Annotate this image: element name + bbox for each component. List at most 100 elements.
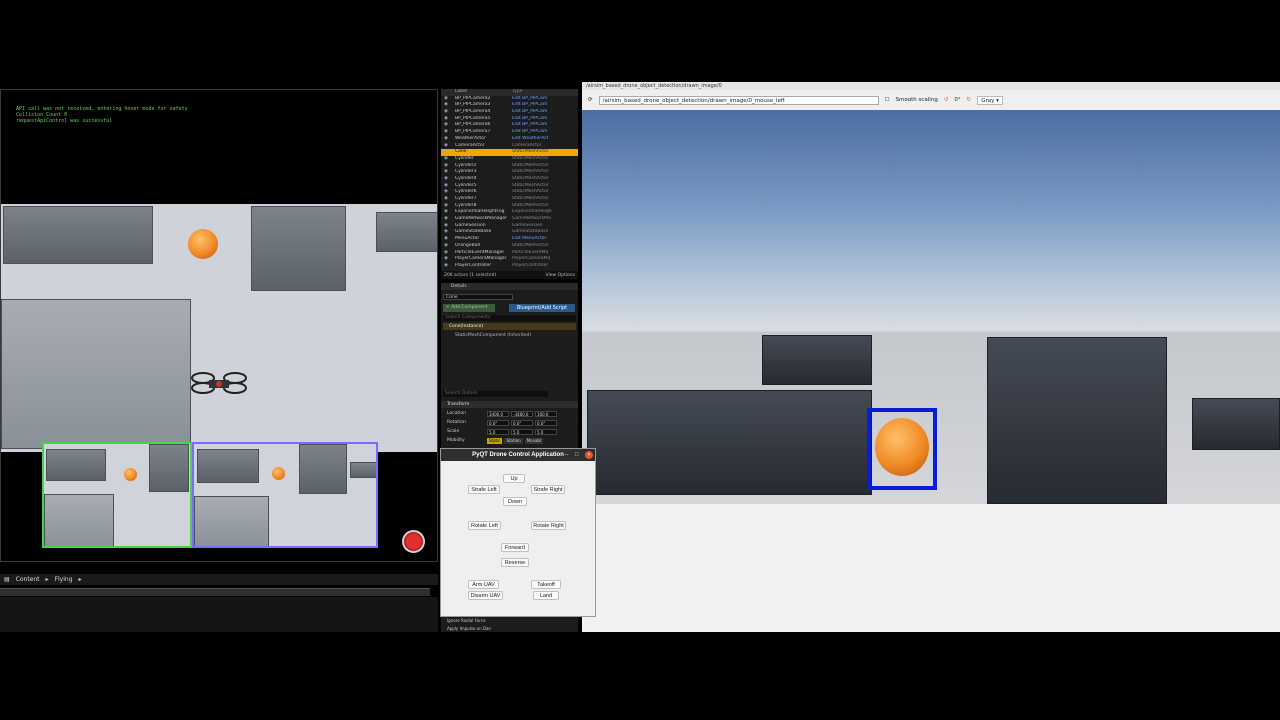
outliner-row-type[interactable]: Edit BP_PIPCam (512, 129, 552, 136)
outliner-row-name: ExponentialHeightFog (455, 209, 505, 215)
outliner-row[interactable]: ◉ BP_PIPCamera2 Edit BP_PIPCam (441, 96, 578, 103)
outliner-row-type[interactable]: Edit WeatherAct (512, 136, 552, 143)
outliner-row[interactable]: ◉ GameNetworkManager GameNetworkMa (441, 216, 578, 223)
scale-z[interactable]: 5.0 (535, 428, 557, 435)
search-details-input[interactable]: Search Details (443, 391, 548, 397)
outliner-row[interactable]: ◉ Cylinder StaticMeshActor (441, 156, 578, 163)
unreal-viewport[interactable]: API call was not received, entering hove… (0, 89, 438, 562)
outliner-row[interactable]: ◉ WeatherActor Edit WeatherAct (441, 136, 578, 143)
outliner-row[interactable]: ◉ CameraActor CameraActor (441, 143, 578, 150)
outliner-row[interactable]: ◉ BP_PIPCamera5 Edit BP_PIPCam (441, 116, 578, 123)
strafe-left-button[interactable]: Strafe Left (468, 485, 500, 494)
outliner-row[interactable]: ◉ Cone StaticMeshActor (441, 149, 578, 156)
view-options[interactable]: View Options (546, 273, 575, 278)
refresh-icon[interactable]: ⟳ (588, 97, 593, 103)
outliner-row[interactable]: ◉ Cylinder6 StaticMeshActor (441, 189, 578, 196)
rotation-row: Rotation 0.0° 0.0° 0.0° (441, 419, 578, 426)
outliner-row-name: BP_PIPCamera6 (455, 122, 491, 128)
mobility-movable[interactable]: Movabl (524, 437, 544, 444)
component-instance[interactable]: Cone(Instance) (443, 323, 576, 330)
pip-camera-1 (42, 442, 192, 548)
rotation-z[interactable]: 0.0° (535, 419, 557, 426)
outliner-row[interactable]: ◉ BP_PIPCamera7 Edit BP_PIPCam (441, 129, 578, 136)
wall-block (762, 335, 872, 385)
location-x[interactable]: 3400.0 (487, 410, 509, 417)
window-title: PyQT Drone Control Application (441, 449, 595, 461)
location-y[interactable]: -3480.0 (511, 410, 533, 417)
disarm-uav-button[interactable]: Disarm UAV (468, 591, 503, 600)
outliner-row[interactable]: ◉ ExponentialHeightFog ExponentialHeigh (441, 209, 578, 216)
rotation-y[interactable]: 0.0° (511, 419, 533, 426)
outliner-row-type[interactable]: Edit MenuActor (512, 236, 552, 243)
rotate-left-icon[interactable]: ↺ (944, 97, 949, 103)
reverse-button[interactable]: Reverse (501, 558, 529, 567)
outliner-row[interactable]: ◉ GameSession GameSession (441, 223, 578, 230)
outliner-row[interactable]: ◉ Cylinder5 StaticMeshActor (441, 183, 578, 190)
crumb-content[interactable]: Content (16, 576, 40, 583)
outliner-row[interactable]: ◉ Cylinder3 StaticMeshActor (441, 169, 578, 176)
blueprint-add-script-button[interactable]: Blueprint/Add Script (509, 304, 575, 312)
outliner-row[interactable]: ◉ Cylinder7 StaticMeshActor (441, 196, 578, 203)
outliner-row-type[interactable]: Edit BP_PIPCam (512, 102, 552, 109)
forward-button[interactable]: Forward (501, 543, 529, 552)
strafe-right-button[interactable]: Strafe Right (531, 485, 565, 494)
minimize-icon[interactable]: – (565, 449, 568, 461)
down-button[interactable]: Down (503, 497, 527, 506)
outliner-row[interactable]: ◉ PlayerController PlayerController (441, 263, 578, 270)
outliner-row-name: GameStateBase (455, 229, 492, 235)
content-search[interactable] (0, 588, 430, 596)
outliner-row[interactable]: ◉ OrangeBall StaticMeshActor (441, 243, 578, 250)
maximize-icon[interactable]: □ (575, 449, 579, 461)
scale-x[interactable]: 5.0 (487, 428, 509, 435)
rotate-right-icon[interactable]: ↻ (967, 97, 972, 103)
orange-ball (188, 229, 218, 259)
outliner-row-name: Cylinder5 (455, 182, 477, 188)
outliner-row[interactable]: ◉ BP_PIPCamera3 Edit BP_PIPCam (441, 102, 578, 109)
up-button[interactable]: Up (503, 474, 525, 483)
outliner-row-type[interactable]: Edit BP_PIPCam (512, 122, 552, 129)
smooth-scaling-checkbox[interactable]: ☐ (885, 97, 890, 103)
search-components-input[interactable]: Search Components (443, 315, 576, 321)
outliner-row-type: PlayerCameraMa (512, 256, 551, 262)
outliner-row-type[interactable]: Edit BP_PIPCam (512, 109, 552, 116)
mobility-static[interactable]: Static (487, 437, 503, 444)
outliner-row[interactable]: ◉ BP_PIPCamera4 Edit BP_PIPCam (441, 109, 578, 116)
location-z[interactable]: 160.0 (535, 410, 557, 417)
outliner-row[interactable]: ◉ Cylinder4 StaticMeshActor (441, 176, 578, 183)
outliner-row[interactable]: ◉ PlayerCameraManager PlayerCameraMa (441, 256, 578, 263)
image-topic-bar[interactable]: /airsim_based_drone_object_detection/dra… (582, 82, 1280, 90)
outliner-row-name: Cylinder4 (455, 175, 477, 181)
close-icon[interactable]: × (585, 451, 593, 459)
outliner-row-type[interactable]: Edit BP_PIPCam (512, 96, 552, 103)
mobility-station[interactable]: Station (504, 437, 523, 444)
outliner-row[interactable]: ◉ MenuActor Edit MenuActor (441, 236, 578, 243)
wall-block (987, 337, 1167, 504)
topic-path-input[interactable]: /airsim_based_drone_object_detection/dra… (598, 95, 879, 105)
outliner-row-type[interactable]: Edit BP_PIPCam (512, 116, 552, 123)
rotate-right-button[interactable]: Rotate Right (531, 521, 566, 530)
outliner-row-name: ParticleEventManager (455, 249, 505, 255)
crumb-flying[interactable]: Flying (55, 576, 73, 583)
arm-uav-button[interactable]: Arm UAV (468, 580, 499, 589)
takeoff-button[interactable]: Takeoff (531, 580, 561, 589)
transform-header[interactable]: Transform (441, 401, 578, 408)
outliner-row[interactable]: ◉ Cylinder2 StaticMeshActor (441, 163, 578, 170)
wall-block (376, 212, 437, 252)
tab-details[interactable]: Details (441, 283, 578, 290)
add-component-button[interactable]: + Add Component (443, 304, 495, 312)
land-button[interactable]: Land (533, 591, 559, 600)
wall-block (1192, 398, 1280, 450)
rotation-x[interactable]: 0.0° (487, 419, 509, 426)
color-mode-select[interactable]: Gray ▾ (977, 95, 1003, 105)
wall-block (251, 206, 346, 291)
scale-y[interactable]: 5.0 (511, 428, 533, 435)
actor-name-field[interactable]: Cone (443, 294, 513, 300)
outliner-row[interactable]: ◉ Cylinder8 StaticMeshActor (441, 203, 578, 210)
outliner-row[interactable]: ◉ BP_PIPCamera6 Edit BP_PIPCam (441, 122, 578, 129)
outliner-row[interactable]: ◉ GameStateBase GameStateBase (441, 229, 578, 236)
static-mesh-component[interactable]: StaticMeshComponent (Inherited) (443, 332, 576, 339)
outliner-row[interactable]: ◉ ParticleEventManager ParticleEventMa (441, 250, 578, 257)
rotate-left-button[interactable]: Rotate Left (468, 521, 501, 530)
outliner-row-name: Cylinder7 (455, 196, 477, 201)
record-button[interactable] (402, 530, 425, 553)
